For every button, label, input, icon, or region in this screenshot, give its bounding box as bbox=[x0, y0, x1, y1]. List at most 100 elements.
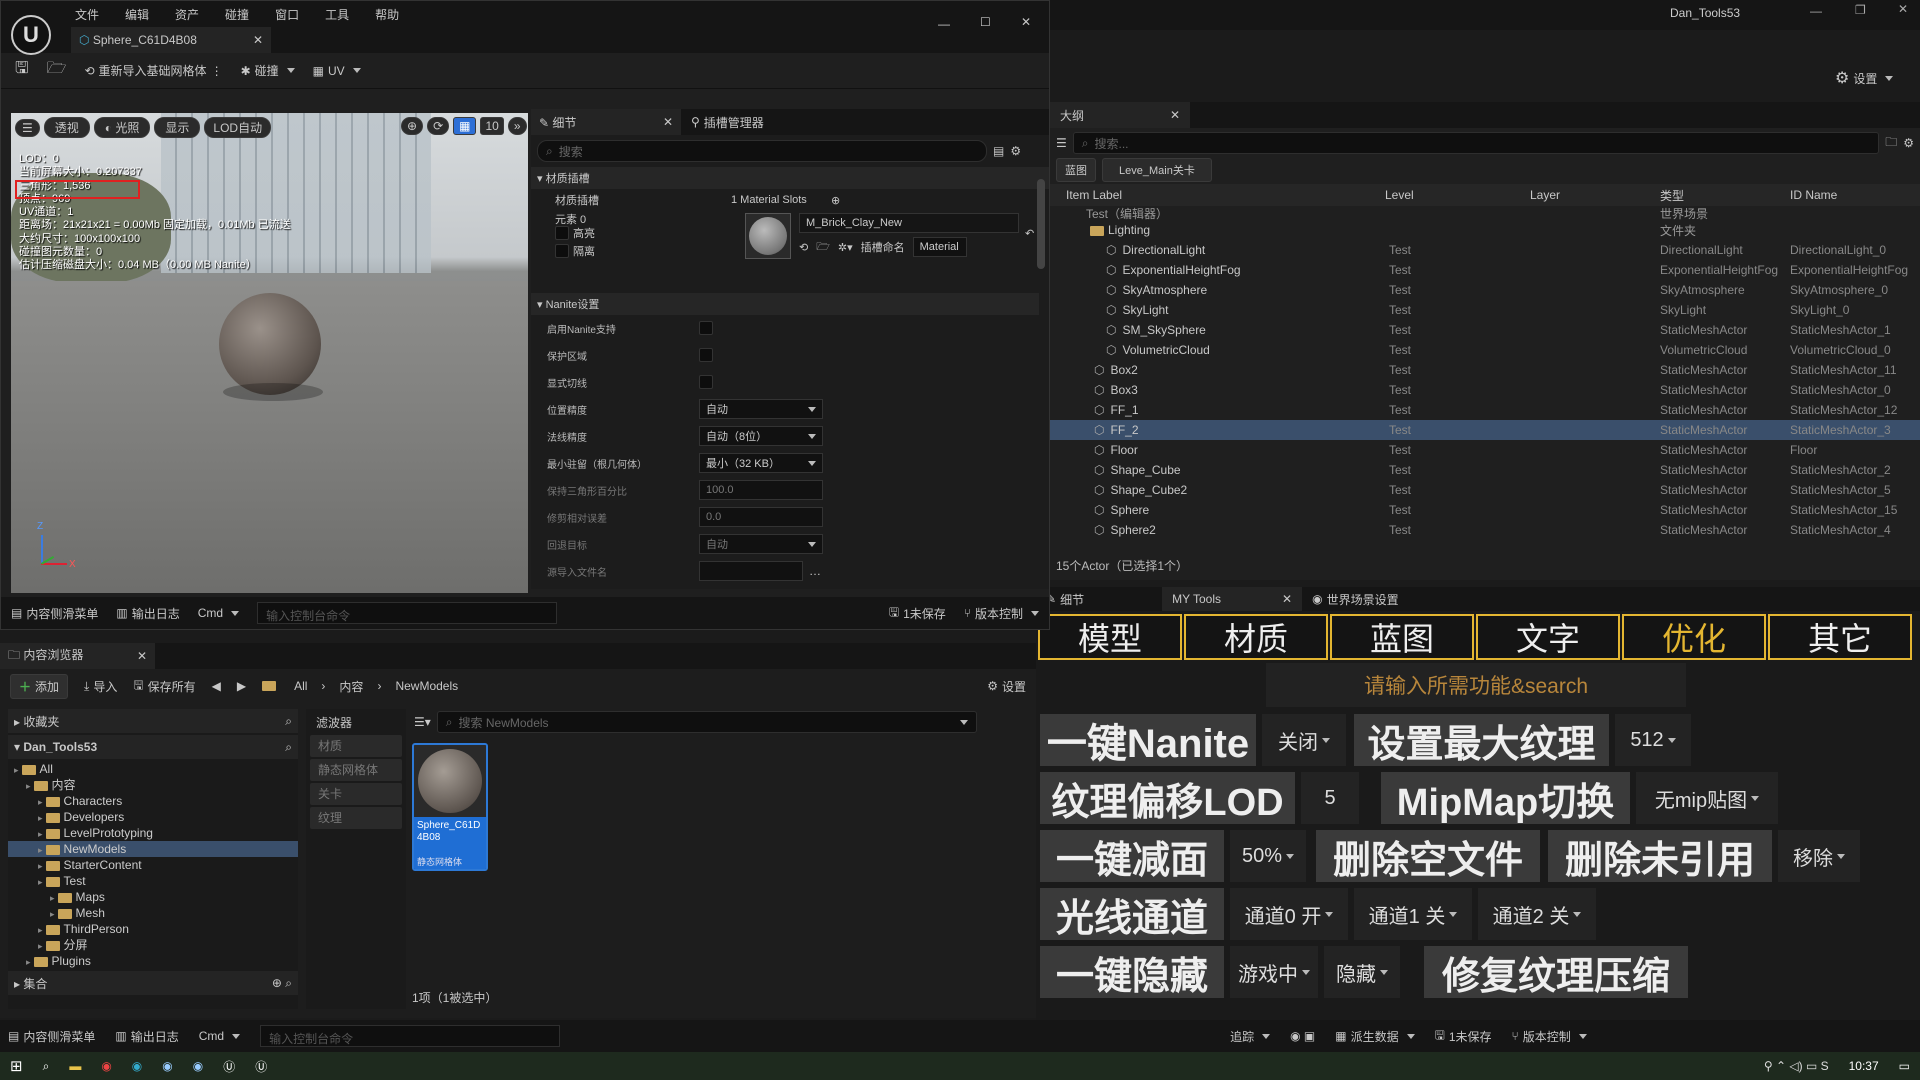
add-folder-icon[interactable]: 🗀 bbox=[1885, 133, 1897, 154]
mipmap-dropdown[interactable]: 无mip贴图 bbox=[1636, 772, 1778, 824]
menu-item[interactable]: 工具 bbox=[325, 6, 349, 23]
section-material[interactable]: ▾ 材质插槽 bbox=[531, 167, 1049, 189]
show-button[interactable]: 显示 bbox=[154, 117, 201, 138]
filter-chip-level[interactable]: Leve_Main关卡 bbox=[1102, 158, 1212, 182]
tray-icons[interactable]: ⚲ ⌃ ◁) ▭ S bbox=[1764, 1059, 1829, 1073]
version-control-button[interactable]: ⑂ 版本控制 bbox=[964, 605, 1039, 622]
filter-chip-blueprint[interactable]: 蓝图 bbox=[1056, 158, 1096, 182]
max-texture-button[interactable]: 设置最大纹理 bbox=[1354, 714, 1609, 766]
unsaved-button[interactable]: 🖫 1未保存 bbox=[889, 603, 946, 624]
close-icon[interactable]: ✕ bbox=[1282, 592, 1292, 606]
property-number[interactable]: 100.0 bbox=[699, 480, 823, 500]
filter-icon[interactable]: ☰ bbox=[1056, 136, 1067, 150]
viewport[interactable]: ☰ 透视 ◐ 光照 显示 LOD自动 ⊕ ⟳ ▦ 10 » LOD：0 当前屏幕大… bbox=[11, 113, 528, 593]
content-drawer-button[interactable]: ▤ 内容侧滑菜单 bbox=[8, 1028, 95, 1045]
lod-offset-button[interactable]: 纹理偏移LOD bbox=[1040, 772, 1295, 824]
outliner-row[interactable]: ⬡ Shape_Cube2 Test StaticMeshActor StaticMes… bbox=[1050, 480, 1920, 500]
favorites-header[interactable]: ▸ 收藏夹 ⌕ bbox=[8, 709, 298, 733]
close-icon[interactable]: ✕ bbox=[1170, 108, 1180, 122]
folder-tree-item[interactable]: ▸ Mesh bbox=[8, 905, 298, 921]
chevron-right-icon[interactable]: » bbox=[507, 117, 527, 135]
outliner-row[interactable]: ⬡ Sphere2 Test StaticMeshActor StaticMeshAct… bbox=[1050, 520, 1920, 540]
hide-type-dropdown[interactable]: 隐藏 bbox=[1324, 946, 1400, 998]
unreal-icon[interactable]: Ⓤ bbox=[223, 1058, 235, 1075]
maximize-icon[interactable]: ☐ bbox=[980, 15, 991, 29]
outliner-row[interactable]: ⬡ Floor Test StaticMeshActor Floor bbox=[1050, 440, 1920, 460]
close-icon[interactable]: ✕ bbox=[1021, 15, 1031, 29]
filter-chip[interactable]: 静态网格体 bbox=[310, 759, 402, 781]
derived-data-button[interactable]: ▦ 派生数据 bbox=[1335, 1028, 1414, 1045]
mytools-search[interactable]: 请输入所需功能&search bbox=[1266, 663, 1686, 707]
col-layer[interactable]: Layer bbox=[1530, 188, 1660, 202]
col-item-label[interactable]: Item Label bbox=[1050, 188, 1385, 202]
channel2-dropdown[interactable]: 通道2 关 bbox=[1478, 888, 1596, 940]
folder-tree-item[interactable]: ▸ LevelPrototyping bbox=[8, 825, 298, 841]
outliner-row[interactable]: ⬡ Box2 Test StaticMeshActor StaticMeshActor_… bbox=[1050, 360, 1920, 380]
mipmap-button[interactable]: MipMap切换 bbox=[1381, 772, 1630, 824]
search-icon[interactable]: ⌕ bbox=[285, 740, 292, 755]
outliner-row[interactable]: ⬡ FF_2 Test StaticMeshActor StaticMeshActor_… bbox=[1050, 420, 1920, 440]
perspective-button[interactable]: 透视 bbox=[43, 117, 90, 138]
outliner-row[interactable]: ⬡ Sphere Test StaticMeshActor StaticMeshActo… bbox=[1050, 500, 1920, 520]
menu-item[interactable]: 编辑 bbox=[125, 6, 149, 23]
tool-tab[interactable]: 材质 bbox=[1184, 614, 1328, 660]
options-icon[interactable]: ✲▾ bbox=[838, 241, 853, 254]
asset-search[interactable]: ⌕ 搜索 NewModels bbox=[436, 711, 977, 733]
snap-icon[interactable]: ⊕ bbox=[401, 117, 424, 135]
max-texture-dropdown[interactable]: 512 bbox=[1615, 714, 1691, 766]
details-search[interactable]: ⌕ 搜索 bbox=[537, 140, 987, 162]
property-checkbox[interactable] bbox=[699, 321, 713, 335]
search-icon[interactable]: ⌕ bbox=[285, 976, 292, 990]
asset-tile[interactable]: Sphere_C61D4B08 静态网格体 bbox=[412, 743, 488, 871]
channel0-dropdown[interactable]: 通道0 开 bbox=[1230, 888, 1348, 940]
folder-tree-item[interactable]: ▸ Characters bbox=[8, 793, 298, 809]
tool-tab[interactable]: 其它 bbox=[1768, 614, 1912, 660]
folder-tree-item[interactable]: ▸ Maps bbox=[8, 889, 298, 905]
windows-start-icon[interactable]: ⊞ bbox=[10, 1057, 23, 1075]
unsaved-button[interactable]: 🖫 1未保存 bbox=[1435, 1026, 1492, 1047]
menu-item[interactable]: 资产 bbox=[175, 6, 199, 23]
filter-icon[interactable]: ☰▾ bbox=[414, 715, 431, 729]
tool-tab[interactable]: 文字 bbox=[1476, 614, 1620, 660]
console-input[interactable]: 输入控制台命令 bbox=[257, 602, 558, 624]
browse-icon[interactable]: 🗁 bbox=[816, 238, 830, 257]
property-file[interactable] bbox=[699, 561, 803, 581]
light-channel-button[interactable]: 光线通道 bbox=[1040, 888, 1224, 940]
minimize-icon[interactable]: — bbox=[938, 17, 950, 31]
gear-icon[interactable]: ⚙ bbox=[1903, 136, 1914, 150]
slot-name-field[interactable]: Material bbox=[912, 237, 967, 257]
close-icon[interactable]: ✕ bbox=[137, 649, 147, 663]
lit-button[interactable]: ◐ 光照 bbox=[93, 117, 151, 138]
outliner-row[interactable]: ⬡ ExponentialHeightFog Test ExponentialHeig… bbox=[1050, 260, 1920, 280]
breadcrumb-all[interactable]: All bbox=[294, 679, 307, 693]
import-button[interactable]: ⤓ 导入 bbox=[84, 678, 117, 695]
tab-socket-manager[interactable]: ⚲ 插槽管理器 bbox=[681, 114, 774, 131]
tab-content-browser[interactable]: 🗀 内容浏览器 ✕ bbox=[0, 643, 155, 669]
filter-chip[interactable]: 纹理 bbox=[310, 807, 402, 829]
table-view-icon[interactable]: ▤ bbox=[993, 144, 1004, 158]
folder-tree-item[interactable]: ▸ Developers bbox=[8, 809, 298, 825]
folder-tree-item[interactable]: ▸ Test bbox=[8, 873, 298, 889]
add-button[interactable]: ＋添加 bbox=[10, 673, 69, 699]
folder-tree-item[interactable]: ▸ StarterContent bbox=[8, 857, 298, 873]
property-checkbox[interactable] bbox=[699, 375, 713, 389]
menu-item[interactable]: 文件 bbox=[75, 6, 99, 23]
outliner-row[interactable]: ⬡ SkyLight Test SkyLight SkyLight_0 bbox=[1050, 300, 1920, 320]
trace-button[interactable]: 追踪 bbox=[1230, 1028, 1270, 1045]
isolate-checkbox[interactable] bbox=[555, 244, 569, 258]
console-input[interactable]: 输入控制台命令 bbox=[260, 1025, 561, 1047]
property-number[interactable]: 0.0 bbox=[699, 507, 823, 527]
app-icon-2[interactable]: ◉ bbox=[193, 1059, 203, 1073]
main-settings-button[interactable]: ⚙ 设置 bbox=[1835, 68, 1893, 88]
file-explorer-icon[interactable]: ▬ bbox=[69, 1059, 81, 1073]
reduce-button[interactable]: 一键减面 bbox=[1040, 830, 1224, 882]
outliner-row[interactable]: ⬡ VolumetricCloud Test VolumetricCloud Volum… bbox=[1050, 340, 1920, 360]
app-icon[interactable]: ◉ bbox=[162, 1059, 172, 1073]
fix-compression-button[interactable]: 修复纹理压缩 bbox=[1424, 946, 1688, 998]
folder-tree-item[interactable]: ▸ 分屏 bbox=[8, 937, 298, 953]
uv-menu[interactable]: ▦ UV bbox=[313, 64, 361, 78]
unreal-icon-2[interactable]: Ⓤ bbox=[255, 1058, 267, 1075]
tool-tab[interactable]: 蓝图 bbox=[1330, 614, 1474, 660]
output-log-button[interactable]: ▥ 输出日志 bbox=[115, 1028, 178, 1045]
grid-size[interactable]: 10 bbox=[480, 117, 504, 135]
